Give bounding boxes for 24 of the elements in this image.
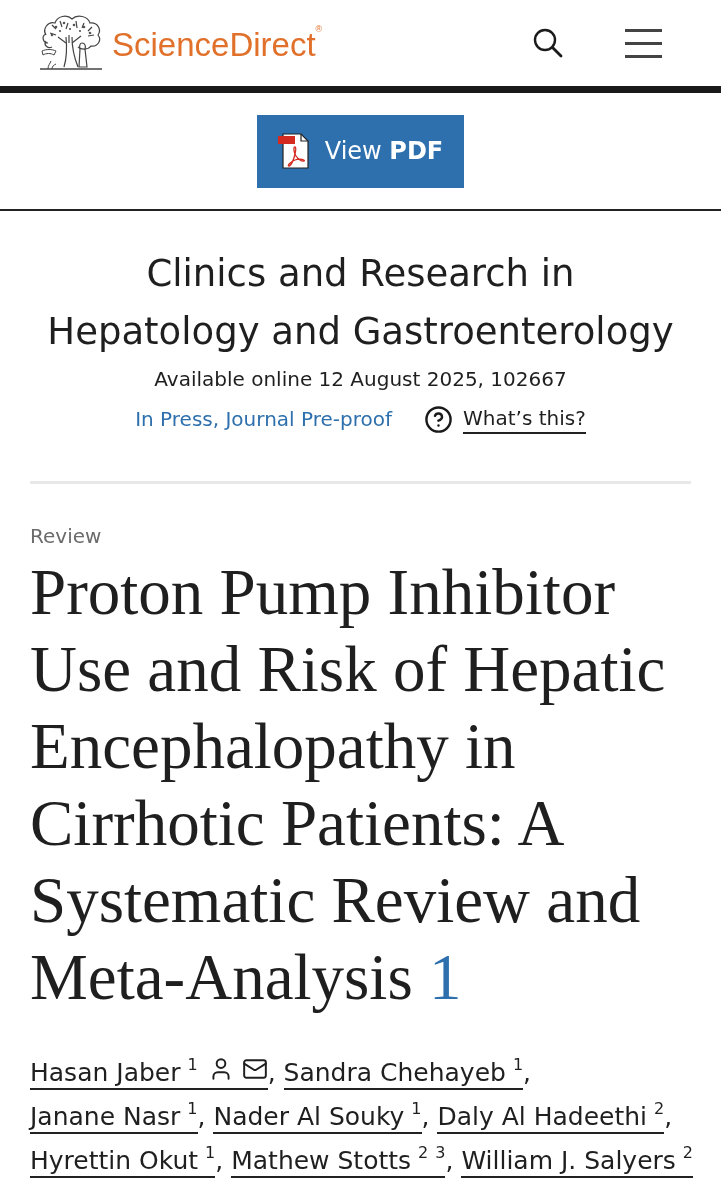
view-pdf-button[interactable]: View PDF bbox=[257, 114, 464, 188]
author-list: Hasan Jaber $^{1}$ , Sandra Chehayeb $^{1}$, Janane Nasr $^{1}$, Nader Al Souky $^{1}$, Daly Al Hadeethi $^{2}$, Hyrettin Okut $^{1}$, Mathew Stotts $^{2}$ $^{3}$, William J. Salyers $^{2}$ bbox=[30, 1051, 695, 1183]
pdf-file-icon bbox=[277, 133, 311, 169]
home-logo-link[interactable]: ScienceDirect$^{®}$ bbox=[38, 13, 323, 73]
author-link[interactable]: Hyrettin Okut $^{1}$ bbox=[30, 1146, 216, 1178]
help-link[interactable]: What’s this? bbox=[424, 404, 586, 434]
tree-logo-icon bbox=[38, 13, 104, 73]
status-link[interactable]: In Press, Journal Pre-proof bbox=[135, 405, 392, 433]
author-link[interactable]: William J. Salyers $^{2}$ bbox=[461, 1146, 694, 1178]
author-link[interactable]: Janane Nasr $^{1}$ bbox=[30, 1102, 198, 1134]
menu-icon bbox=[625, 28, 662, 58]
author-link[interactable]: Daly Al Hadeethi $^{2}$ bbox=[437, 1102, 665, 1134]
availability-text: Available online 12 August 2025, 102667 bbox=[154, 366, 567, 393]
footnote-link[interactable]: 1 bbox=[428, 941, 462, 1013]
article-type: Review bbox=[30, 523, 103, 550]
search-icon bbox=[533, 28, 563, 58]
article-title: Proton Pump Inhibitor Use and Risk of Hepatic Encephalopathy in Cirrhotic Patients: A Systematic Review and Meta-Analysis 1 bbox=[30, 555, 667, 1015]
search-button[interactable] bbox=[533, 28, 563, 58]
author-link[interactable]: Hasan Jaber $^{1}$ bbox=[30, 1058, 268, 1090]
author-link[interactable]: Sandra Chehayeb $^{1}$ bbox=[283, 1058, 524, 1090]
menu-button[interactable] bbox=[625, 28, 662, 58]
author-link[interactable]: Nader Al Souky $^{1}$ bbox=[213, 1102, 422, 1134]
journal-title: Clinics and Research in Hepatology and Gastroenterology bbox=[46, 251, 675, 355]
help-icon bbox=[424, 404, 453, 434]
